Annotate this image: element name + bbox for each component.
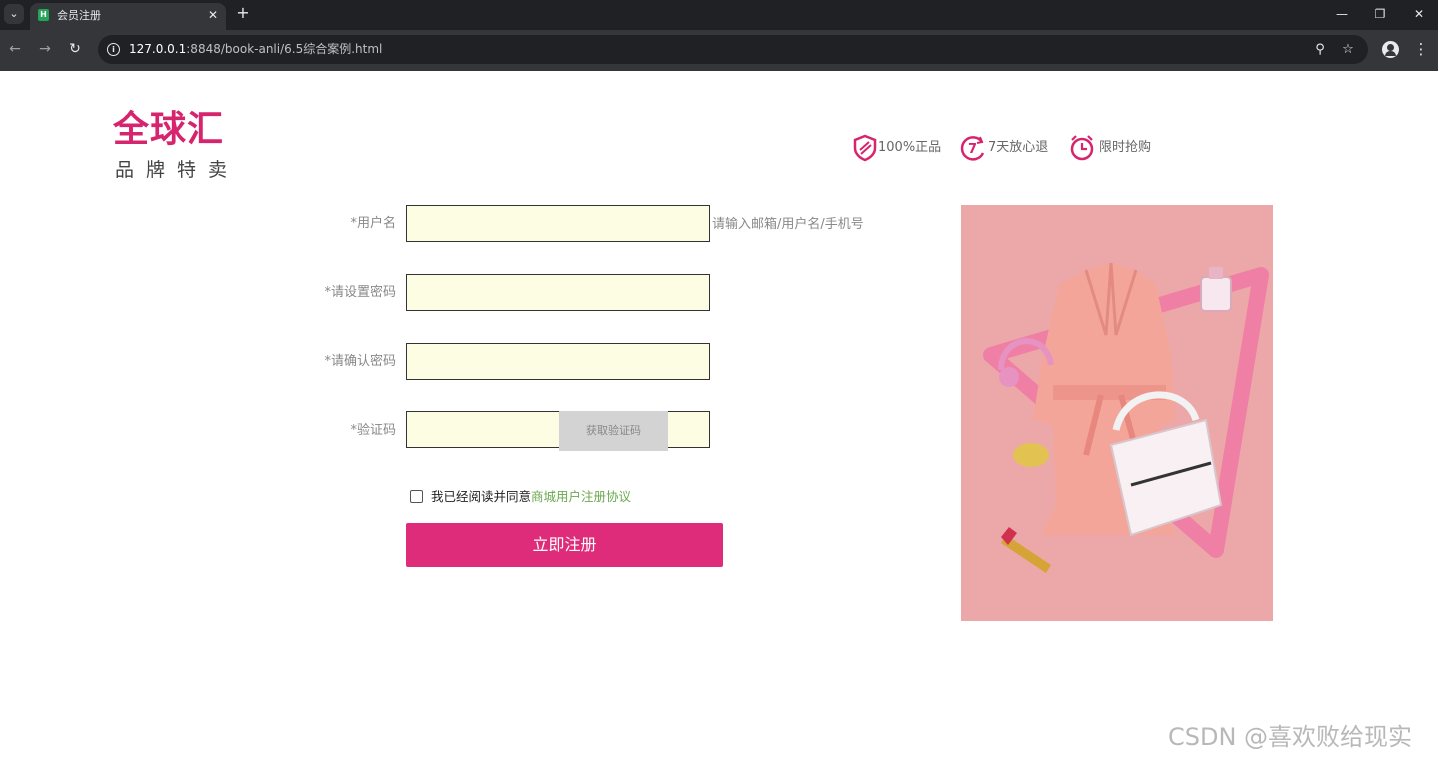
seven-day-return-icon: 7 <box>960 136 985 161</box>
url-text[interactable]: 127.0.0.1:8848/book-anli/6.5综合案例.html <box>129 42 382 57</box>
service-promises: 100%正品 7 7天放心退 限时抢购 <box>852 134 1162 164</box>
logo-subtitle: 品牌特卖 <box>115 159 240 181</box>
promise-label: 7天放心退 <box>988 140 1049 155</box>
browser-menu-icon[interactable]: ⋮ <box>1411 39 1431 59</box>
promise-label: 限时抢购 <box>1099 140 1152 155</box>
restore-icon[interactable]: ❐ <box>1368 3 1392 25</box>
fashion-illustration <box>983 262 1269 573</box>
tab-search-icon[interactable]: ⌄ <box>4 4 24 24</box>
zoom-icon[interactable]: ⚲ <box>1311 41 1329 59</box>
brand-logo[interactable]: 全球汇 品牌特卖 <box>113 108 259 186</box>
register-button[interactable]: 立即注册 <box>406 523 723 567</box>
browser-toolbar: ← → ↻ i 127.0.0.1:8848/book-anli/6.5综合案例… <box>0 30 1438 71</box>
verification-code-label: *验证码 <box>350 423 396 438</box>
alarm-clock-icon <box>1070 135 1094 161</box>
minimize-icon[interactable]: — <box>1330 3 1354 25</box>
shield-icon <box>853 134 877 162</box>
close-window-icon[interactable]: ✕ <box>1407 3 1431 25</box>
confirm-password-label: *请确认密码 <box>324 354 396 369</box>
confirm-password-input[interactable] <box>406 343 710 380</box>
username-input[interactable] <box>406 205 710 242</box>
username-hint: 请输入邮箱/用户名/手机号 <box>712 217 864 232</box>
tab-title: 会员注册 <box>57 9 101 22</box>
password-label: *请设置密码 <box>324 285 396 300</box>
promise-label: 100%正品 <box>878 140 942 155</box>
username-label: *用户名 <box>350 216 396 231</box>
back-icon[interactable]: ← <box>5 39 25 59</box>
forward-icon[interactable]: → <box>35 39 55 59</box>
address-bar[interactable]: i 127.0.0.1:8848/book-anli/6.5综合案例.html … <box>98 35 1368 64</box>
browser-tab[interactable]: H 会员注册 ✕ <box>30 3 226 30</box>
get-code-button[interactable]: 获取验证码 <box>559 411 668 451</box>
agreement-link[interactable]: 商城用户注册协议 <box>531 489 631 504</box>
agree-checkbox[interactable] <box>410 490 423 503</box>
agreement-prefix: 我已经阅读并同意 <box>431 489 532 504</box>
svg-text:7: 7 <box>968 142 977 157</box>
close-tab-icon[interactable]: ✕ <box>205 7 221 23</box>
site-info-icon[interactable]: i <box>107 43 120 56</box>
bookmark-star-icon[interactable]: ☆ <box>1339 41 1357 59</box>
logo-title: 全球汇 <box>113 109 225 150</box>
csdn-watermark: CSDN @喜欢败给现实 <box>1168 723 1413 751</box>
profile-avatar-icon[interactable] <box>1382 41 1399 58</box>
browser-tab-bar: ⌄ H 会员注册 ✕ + — ❐ ✕ <box>0 0 1438 30</box>
agreement-text: 我已经阅读并同意商城用户注册协议 <box>431 489 631 505</box>
promo-banner-image <box>961 205 1273 621</box>
new-tab-icon[interactable]: + <box>234 4 252 22</box>
password-input[interactable] <box>406 274 710 311</box>
reload-icon[interactable]: ↻ <box>65 39 85 59</box>
page-favicon-icon: H <box>38 9 49 21</box>
